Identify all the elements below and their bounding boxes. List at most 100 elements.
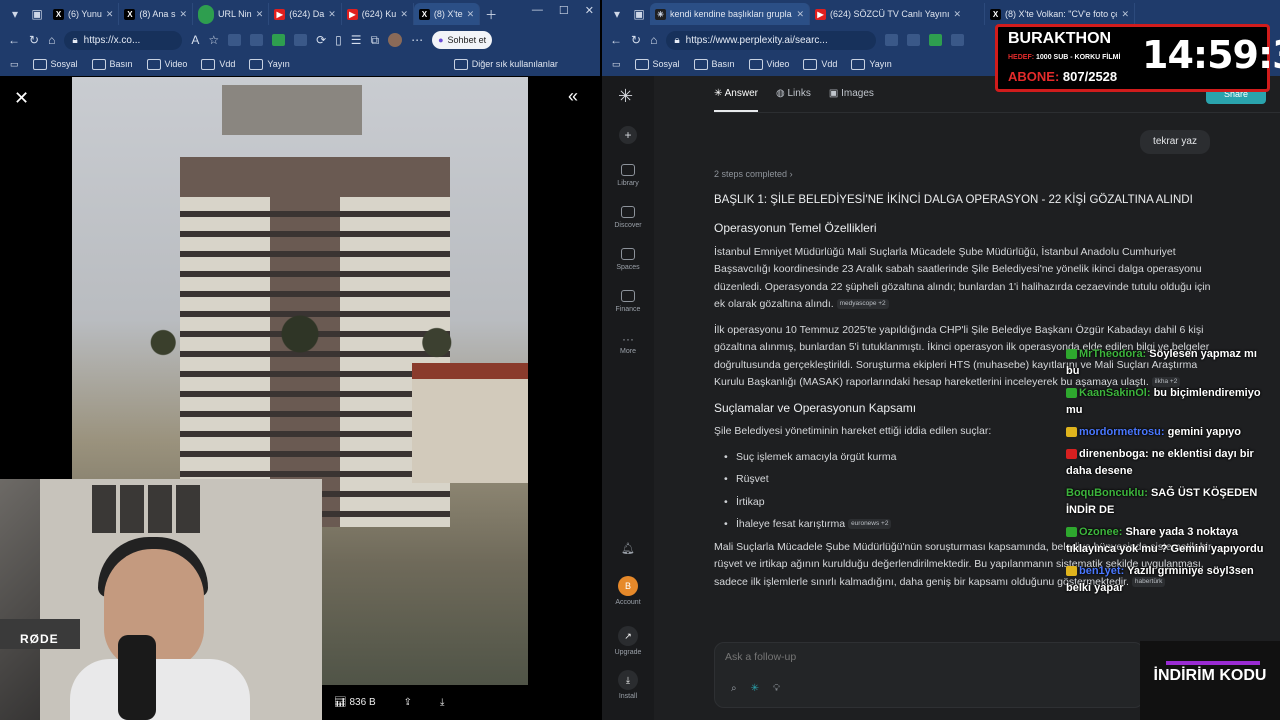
- citation-chip[interactable]: medyascope +2: [836, 299, 889, 310]
- tab-actions-icon[interactable]: ▾: [4, 3, 26, 25]
- close-icon[interactable]: ✕: [14, 88, 29, 109]
- browser-tab[interactable]: URL Nin ✕: [193, 3, 270, 25]
- promo-code-badge: İNDİRİM KODU: [1140, 641, 1280, 720]
- bookmark-folder[interactable]: Video: [749, 59, 790, 70]
- new-tab-icon[interactable]: ＋: [480, 3, 502, 25]
- bookmark-folder[interactable]: Yayın: [851, 59, 891, 70]
- search-icon[interactable]: ⌕: [731, 683, 737, 694]
- extension-icon[interactable]: [907, 34, 921, 46]
- workspaces-icon[interactable]: ▣: [26, 3, 48, 25]
- extension-icon[interactable]: [250, 34, 264, 46]
- minimize-icon[interactable]: —: [532, 4, 543, 17]
- webcam-overlay: [0, 479, 322, 720]
- sidebar-item-upgrade[interactable]: ↗ Upgrade: [602, 626, 654, 656]
- chart-icon: 📊︎: [334, 697, 347, 708]
- close-icon[interactable]: ✕: [467, 9, 475, 20]
- chevron-right-icon: ›: [789, 169, 793, 179]
- chat-message: BoquBoncuklu: SAĞ ÜST KÖŞEDEN İNDİR DE: [1066, 485, 1266, 519]
- bookmarks-menu-icon[interactable]: ▭: [10, 59, 19, 70]
- close-icon[interactable]: ✕: [179, 9, 187, 20]
- bookmark-folder[interactable]: Yayın: [249, 59, 289, 70]
- workspaces-icon[interactable]: ▣: [628, 3, 650, 25]
- extension-icon[interactable]: [951, 34, 965, 46]
- back-icon[interactable]: ←: [610, 33, 622, 47]
- chat-text: gemini yapıyo: [1164, 426, 1241, 438]
- url-field[interactable]: 🔒︎ https://x.co...: [64, 30, 183, 50]
- bookmark-folder[interactable]: Basın: [694, 59, 735, 70]
- home-icon[interactable]: ⌂: [650, 33, 657, 47]
- favorite-star-icon[interactable]: ☆: [208, 33, 219, 47]
- browser-tab[interactable]: X (8) Ana s ✕: [119, 3, 193, 25]
- research-mode-icon[interactable]: ✳: [751, 683, 759, 694]
- profile-avatar[interactable]: [388, 33, 403, 47]
- extension-icon[interactable]: [294, 34, 308, 46]
- browser-tab[interactable]: ▶ (624) Ku ✕: [342, 3, 414, 25]
- sidebar-item-discover[interactable]: Discover: [602, 206, 654, 229]
- collections-icon[interactable]: ⧉: [371, 33, 380, 48]
- follow-up-box[interactable]: ⌕ ✳ 💡︎: [714, 642, 1144, 708]
- sidebar-item-spaces[interactable]: Spaces: [602, 248, 654, 271]
- close-icon[interactable]: ✕: [400, 9, 408, 20]
- extension-icon[interactable]: [228, 34, 242, 46]
- close-icon[interactable]: ✕: [328, 9, 336, 20]
- sidebar-item-install[interactable]: ⤓ Install: [602, 670, 654, 700]
- browser-tab[interactable]: X (8) X'te Volkan: "CV'e foto çekerke ✕: [985, 3, 1135, 25]
- close-icon[interactable]: ✕: [796, 9, 804, 20]
- bookmark-folder[interactable]: Basın: [92, 59, 133, 70]
- follow-up-input[interactable]: [725, 651, 1125, 663]
- close-icon[interactable]: ✕: [1121, 9, 1129, 20]
- maximize-icon[interactable]: ☐: [559, 4, 569, 17]
- back-icon[interactable]: ←: [8, 33, 20, 47]
- refresh-icon[interactable]: ↻: [29, 33, 39, 47]
- home-icon[interactable]: ⌂: [48, 33, 55, 47]
- tab-images[interactable]: ▣ Images: [829, 88, 874, 112]
- sidebar-item-more[interactable]: ··· More: [602, 332, 654, 355]
- favorites-icon[interactable]: ☰: [351, 33, 362, 47]
- close-icon[interactable]: ✕: [256, 9, 264, 20]
- share-icon[interactable]: ⇪: [404, 697, 412, 708]
- extension-icon[interactable]: [272, 34, 286, 46]
- refresh-icon[interactable]: ↻: [631, 33, 641, 47]
- tab-title: (8) X'te: [433, 9, 463, 19]
- browser-tab[interactable]: X (6) Yunu ✕: [48, 3, 120, 25]
- tab-actions-icon[interactable]: ▾: [606, 3, 628, 25]
- browser-tab[interactable]: ▶ (624) Da ✕: [269, 3, 342, 25]
- bookmark-folder[interactable]: Vdd: [201, 59, 235, 70]
- more-icon[interactable]: ⋯: [411, 33, 423, 47]
- copilot-chat-button[interactable]: ● Sohbet et: [432, 31, 493, 49]
- close-icon[interactable]: ✕: [954, 9, 962, 20]
- bookmark-folder[interactable]: Sosyal: [635, 59, 680, 70]
- bookmark-folder[interactable]: Vdd: [803, 59, 837, 70]
- close-window-icon[interactable]: ✕: [585, 4, 594, 17]
- browser-tab[interactable]: ▶ (624) SÖZCÜ TV Canlı Yayını ✕: [810, 3, 985, 25]
- extension-icon[interactable]: [929, 34, 943, 46]
- other-favorites-folder[interactable]: Diğer sık kullanılanlar: [454, 59, 558, 70]
- url-field[interactable]: 🔒︎ https://www.perplexity.ai/searc...: [666, 30, 877, 50]
- refresh-extension-icon[interactable]: ⟳: [316, 33, 326, 47]
- close-icon[interactable]: ✕: [106, 9, 114, 20]
- extension-icon[interactable]: [885, 34, 899, 46]
- steps-completed-toggle[interactable]: 2 steps completed ›: [714, 169, 793, 179]
- collapse-icon[interactable]: «: [568, 86, 578, 107]
- sidebar-item-account[interactable]: B Account: [602, 576, 654, 606]
- download-icon[interactable]: ⤓: [440, 697, 444, 708]
- tab-links[interactable]: ◍ Links: [776, 88, 811, 112]
- browser-tab-active[interactable]: ✳ kendi kendine başlıkları gruplandır ✕: [650, 3, 810, 25]
- views-stat[interactable]: 📊︎ 836 B: [334, 697, 376, 708]
- bookmark-folder[interactable]: Video: [147, 59, 188, 70]
- read-aloud-icon[interactable]: A: [191, 33, 199, 47]
- chat-username: direnenboga:: [1079, 448, 1149, 460]
- browser-tab-active[interactable]: X (8) X'te ✕: [413, 3, 481, 25]
- split-screen-icon[interactable]: ▯: [335, 33, 342, 47]
- sidebar-item-library[interactable]: Library: [602, 164, 654, 187]
- paragraph-text: İstanbul Emniyet Müdürlüğü Mali Suçlarla…: [714, 245, 1211, 311]
- notifications-icon[interactable]: 🔔︎: [602, 542, 654, 555]
- citation-chip[interactable]: euronews +2: [848, 519, 892, 530]
- perplexity-logo-icon[interactable]: ✳: [618, 86, 633, 107]
- tab-answer[interactable]: ✳ Answer: [714, 88, 758, 112]
- bookmarks-menu-icon[interactable]: ▭: [612, 59, 621, 70]
- new-thread-button[interactable]: +: [619, 126, 637, 144]
- bookmark-folder[interactable]: Sosyal: [33, 59, 78, 70]
- lightbulb-icon[interactable]: 💡︎: [773, 683, 780, 694]
- sidebar-item-finance[interactable]: Finance: [602, 290, 654, 313]
